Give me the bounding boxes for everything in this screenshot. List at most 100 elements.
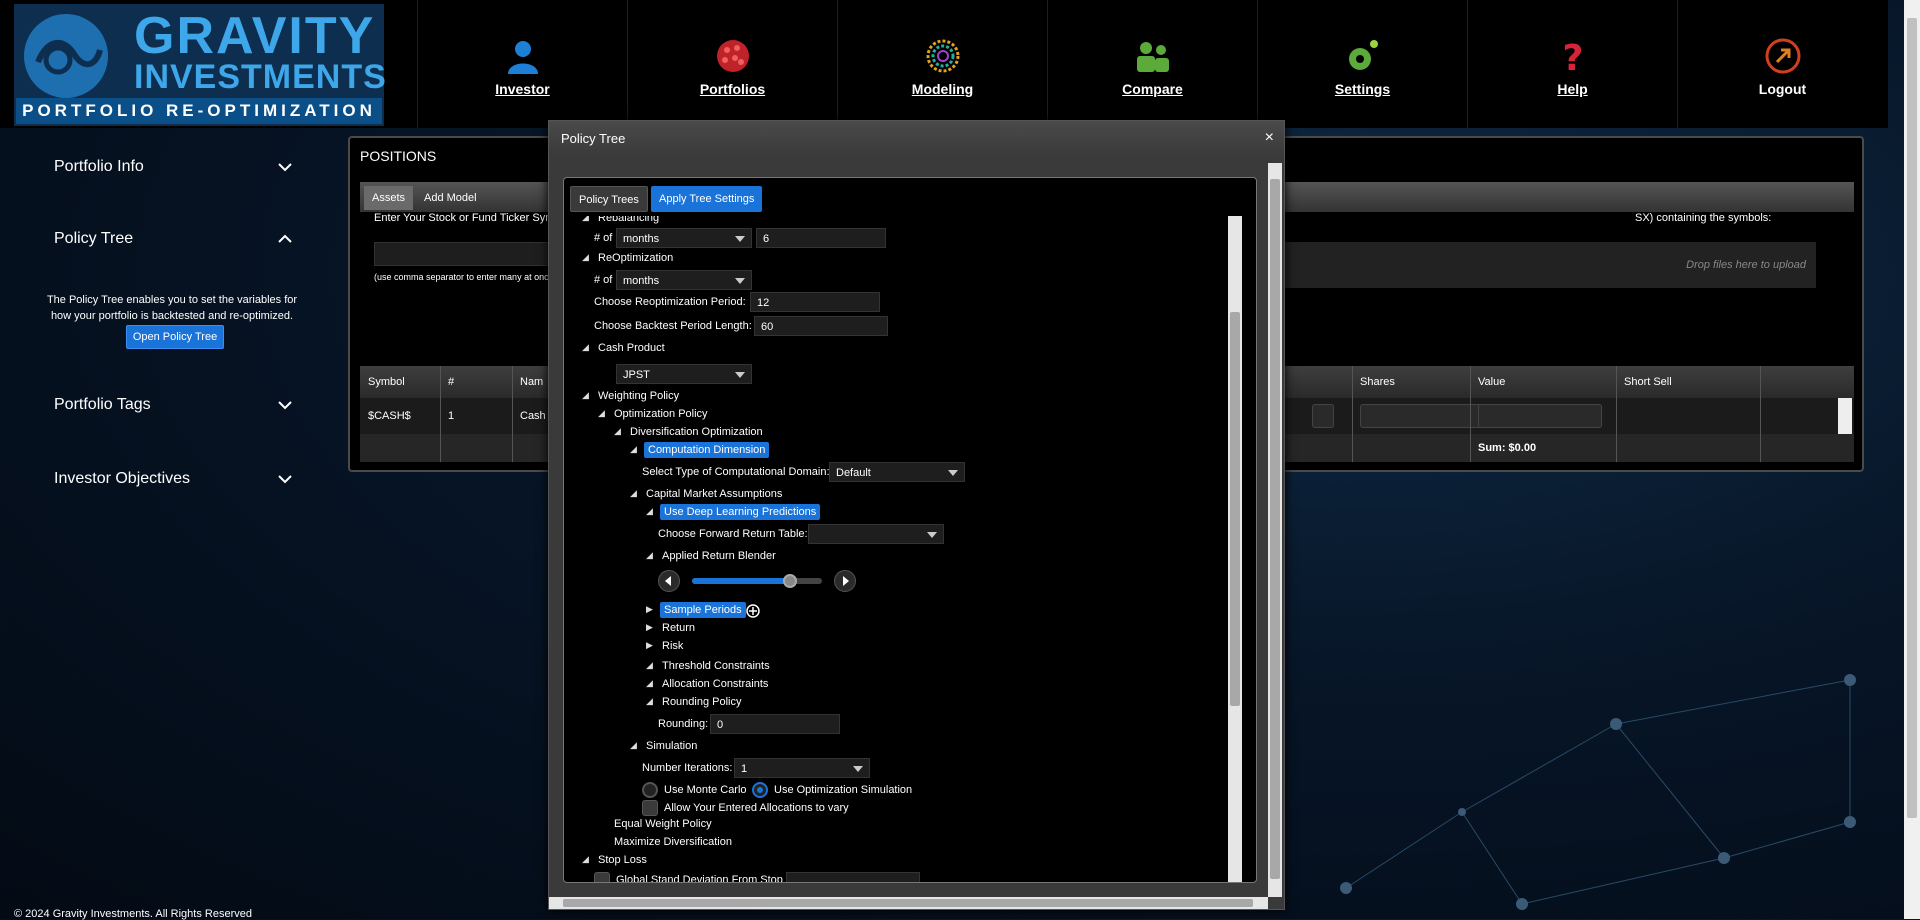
node-max-diversification[interactable]: Maximize Diversification <box>614 836 732 848</box>
collapse-icon[interactable]: ◢ <box>582 216 589 223</box>
expand-icon[interactable]: ▶ <box>646 640 653 651</box>
nav-label: Investor <box>495 81 550 97</box>
sidebar-portfolio-tags[interactable]: Portfolio Tags <box>0 366 300 438</box>
col-name[interactable]: Nam <box>520 376 543 388</box>
col-symbol[interactable]: Symbol <box>368 376 405 388</box>
global-sd-input[interactable] <box>786 872 920 882</box>
node-stop-loss[interactable]: Stop Loss <box>598 854 647 866</box>
nav-compare[interactable]: Compare <box>1047 0 1257 128</box>
node-diversification[interactable]: Diversification Optimization <box>630 426 763 438</box>
node-reoptimization[interactable]: ReOptimization <box>598 252 673 264</box>
tab-policy-trees[interactable]: Policy Trees <box>570 186 648 212</box>
nav-help[interactable]: ? Help <box>1467 0 1677 128</box>
iterations-select[interactable]: 1 <box>734 758 870 778</box>
symbol-input[interactable] <box>374 242 554 266</box>
col-short-sell[interactable]: Short Sell <box>1624 376 1672 388</box>
node-cash-product[interactable]: Cash Product <box>598 342 665 354</box>
open-policy-tree-button[interactable]: Open Policy Tree <box>126 325 224 349</box>
shares-input[interactable] <box>1360 404 1484 428</box>
node-capital-market-assumptions[interactable]: Capital Market Assumptions <box>646 488 782 500</box>
tab-apply-tree-settings[interactable]: Apply Tree Settings <box>651 186 763 212</box>
collapse-icon[interactable]: ◢ <box>598 408 605 419</box>
scrollbar-thumb[interactable] <box>1907 18 1917 818</box>
collapse-icon[interactable]: ◢ <box>630 444 637 455</box>
nav-settings[interactable]: Settings <box>1257 0 1467 128</box>
monte-carlo-radio[interactable] <box>642 782 658 798</box>
sidebar-investor-objectives[interactable]: Investor Objectives <box>0 440 300 512</box>
collapse-icon[interactable]: ◢ <box>630 740 637 751</box>
cell-input[interactable] <box>1312 404 1334 428</box>
select-value: months <box>623 233 660 245</box>
rounding-input[interactable]: 0 <box>710 714 840 734</box>
add-circle-icon[interactable] <box>746 604 760 618</box>
dialog-scrollbar[interactable] <box>1268 163 1282 897</box>
value-input[interactable] <box>1478 404 1602 428</box>
collapse-icon[interactable]: ◢ <box>646 696 653 707</box>
collapse-icon[interactable]: ◢ <box>646 660 653 671</box>
node-return-blender[interactable]: Applied Return Blender <box>662 550 776 562</box>
node-weighting-policy[interactable]: Weighting Policy <box>598 390 679 402</box>
nav-investor[interactable]: Investor <box>417 0 627 128</box>
collapse-icon[interactable]: ◢ <box>582 390 589 401</box>
expand-icon[interactable]: ▶ <box>646 604 653 615</box>
allow-vary-checkbox[interactable] <box>642 800 658 816</box>
reopt-period-input[interactable]: 12 <box>750 292 880 312</box>
node-computation-dimension[interactable]: Computation Dimension <box>644 442 770 458</box>
node-optimization-policy[interactable]: Optimization Policy <box>614 408 708 420</box>
expand-icon[interactable]: ▶ <box>646 622 653 633</box>
node-rounding-policy[interactable]: Rounding Policy <box>662 696 742 708</box>
col-num[interactable]: # <box>448 376 454 388</box>
dialog-titlebar[interactable]: Policy Tree × <box>549 121 1284 157</box>
dialog-hscrollbar[interactable] <box>549 897 1268 909</box>
node-rebalancing[interactable]: Rebalancing <box>598 216 659 224</box>
node-risk[interactable]: Risk <box>662 640 683 652</box>
blender-decrease-button[interactable] <box>658 570 680 592</box>
collapse-icon[interactable]: ◢ <box>582 342 589 353</box>
tree-scrollbar[interactable] <box>1228 216 1242 882</box>
symbol-instructions: Enter Your Stock or Fund Ticker Sym <box>374 212 555 224</box>
collapse-icon[interactable]: ◢ <box>630 488 637 499</box>
col-shares[interactable]: Shares <box>1360 376 1395 388</box>
node-sample-periods[interactable]: Sample Periods <box>660 602 746 618</box>
rebalancing-value-input[interactable]: 6 <box>756 228 886 248</box>
node-equal-weight[interactable]: Equal Weight Policy <box>614 818 712 830</box>
scrollbar-thumb[interactable] <box>1230 312 1240 706</box>
blender-increase-button[interactable] <box>834 570 856 592</box>
collapse-icon[interactable]: ◢ <box>582 252 589 263</box>
node-simulation[interactable]: Simulation <box>646 740 697 752</box>
collapse-icon[interactable]: ◢ <box>646 678 653 689</box>
cash-product-select[interactable]: JPST <box>616 364 752 384</box>
node-return[interactable]: Return <box>662 622 695 634</box>
optimization-simulation-radio[interactable] <box>752 782 768 798</box>
node-threshold-constraints[interactable]: Threshold Constraints <box>662 660 770 672</box>
backtest-input[interactable]: 60 <box>754 316 888 336</box>
nav-logout[interactable]: Logout <box>1677 0 1887 128</box>
blender-slider-knob[interactable] <box>782 574 797 588</box>
collapse-icon[interactable]: ◢ <box>646 506 653 517</box>
sidebar-portfolio-info[interactable]: Portfolio Info <box>0 128 300 200</box>
file-dropzone[interactable]: Drop files here to upload <box>1270 242 1816 288</box>
rebalancing-unit-select[interactable]: months <box>616 228 752 248</box>
node-allocation-constraints[interactable]: Allocation Constraints <box>662 678 768 690</box>
node-deep-learning[interactable]: Use Deep Learning Predictions <box>660 504 821 520</box>
domain-select[interactable]: Default <box>829 462 965 482</box>
table-scrollbar[interactable] <box>1838 398 1852 434</box>
tab-add-model[interactable]: Add Model <box>416 186 485 210</box>
collapse-icon[interactable]: ◢ <box>646 550 653 561</box>
collapse-icon[interactable]: ◢ <box>582 854 589 865</box>
col-value[interactable]: Value <box>1478 376 1505 388</box>
section-title: Portfolio Tags <box>54 396 151 413</box>
global-sd-checkbox[interactable] <box>594 872 610 882</box>
collapse-icon[interactable]: ◢ <box>614 426 621 437</box>
scrollbar-thumb[interactable] <box>1270 179 1280 879</box>
reoptimization-unit-select[interactable]: months <box>616 270 752 290</box>
nav-modeling[interactable]: Modeling <box>837 0 1047 128</box>
tab-assets[interactable]: Assets <box>364 186 414 210</box>
forward-return-select[interactable] <box>808 524 944 544</box>
sidebar-policy-tree[interactable]: Policy Tree <box>0 200 300 272</box>
nav-portfolios[interactable]: Portfolios <box>627 0 837 128</box>
gravity-logo[interactable]: GRAVITY INVESTMENTS PORTFOLIO RE-OPTIMIZ… <box>14 4 386 126</box>
scrollbar-thumb[interactable] <box>563 899 1253 907</box>
close-icon[interactable]: × <box>1265 129 1274 147</box>
page-scrollbar[interactable] <box>1904 0 1920 919</box>
